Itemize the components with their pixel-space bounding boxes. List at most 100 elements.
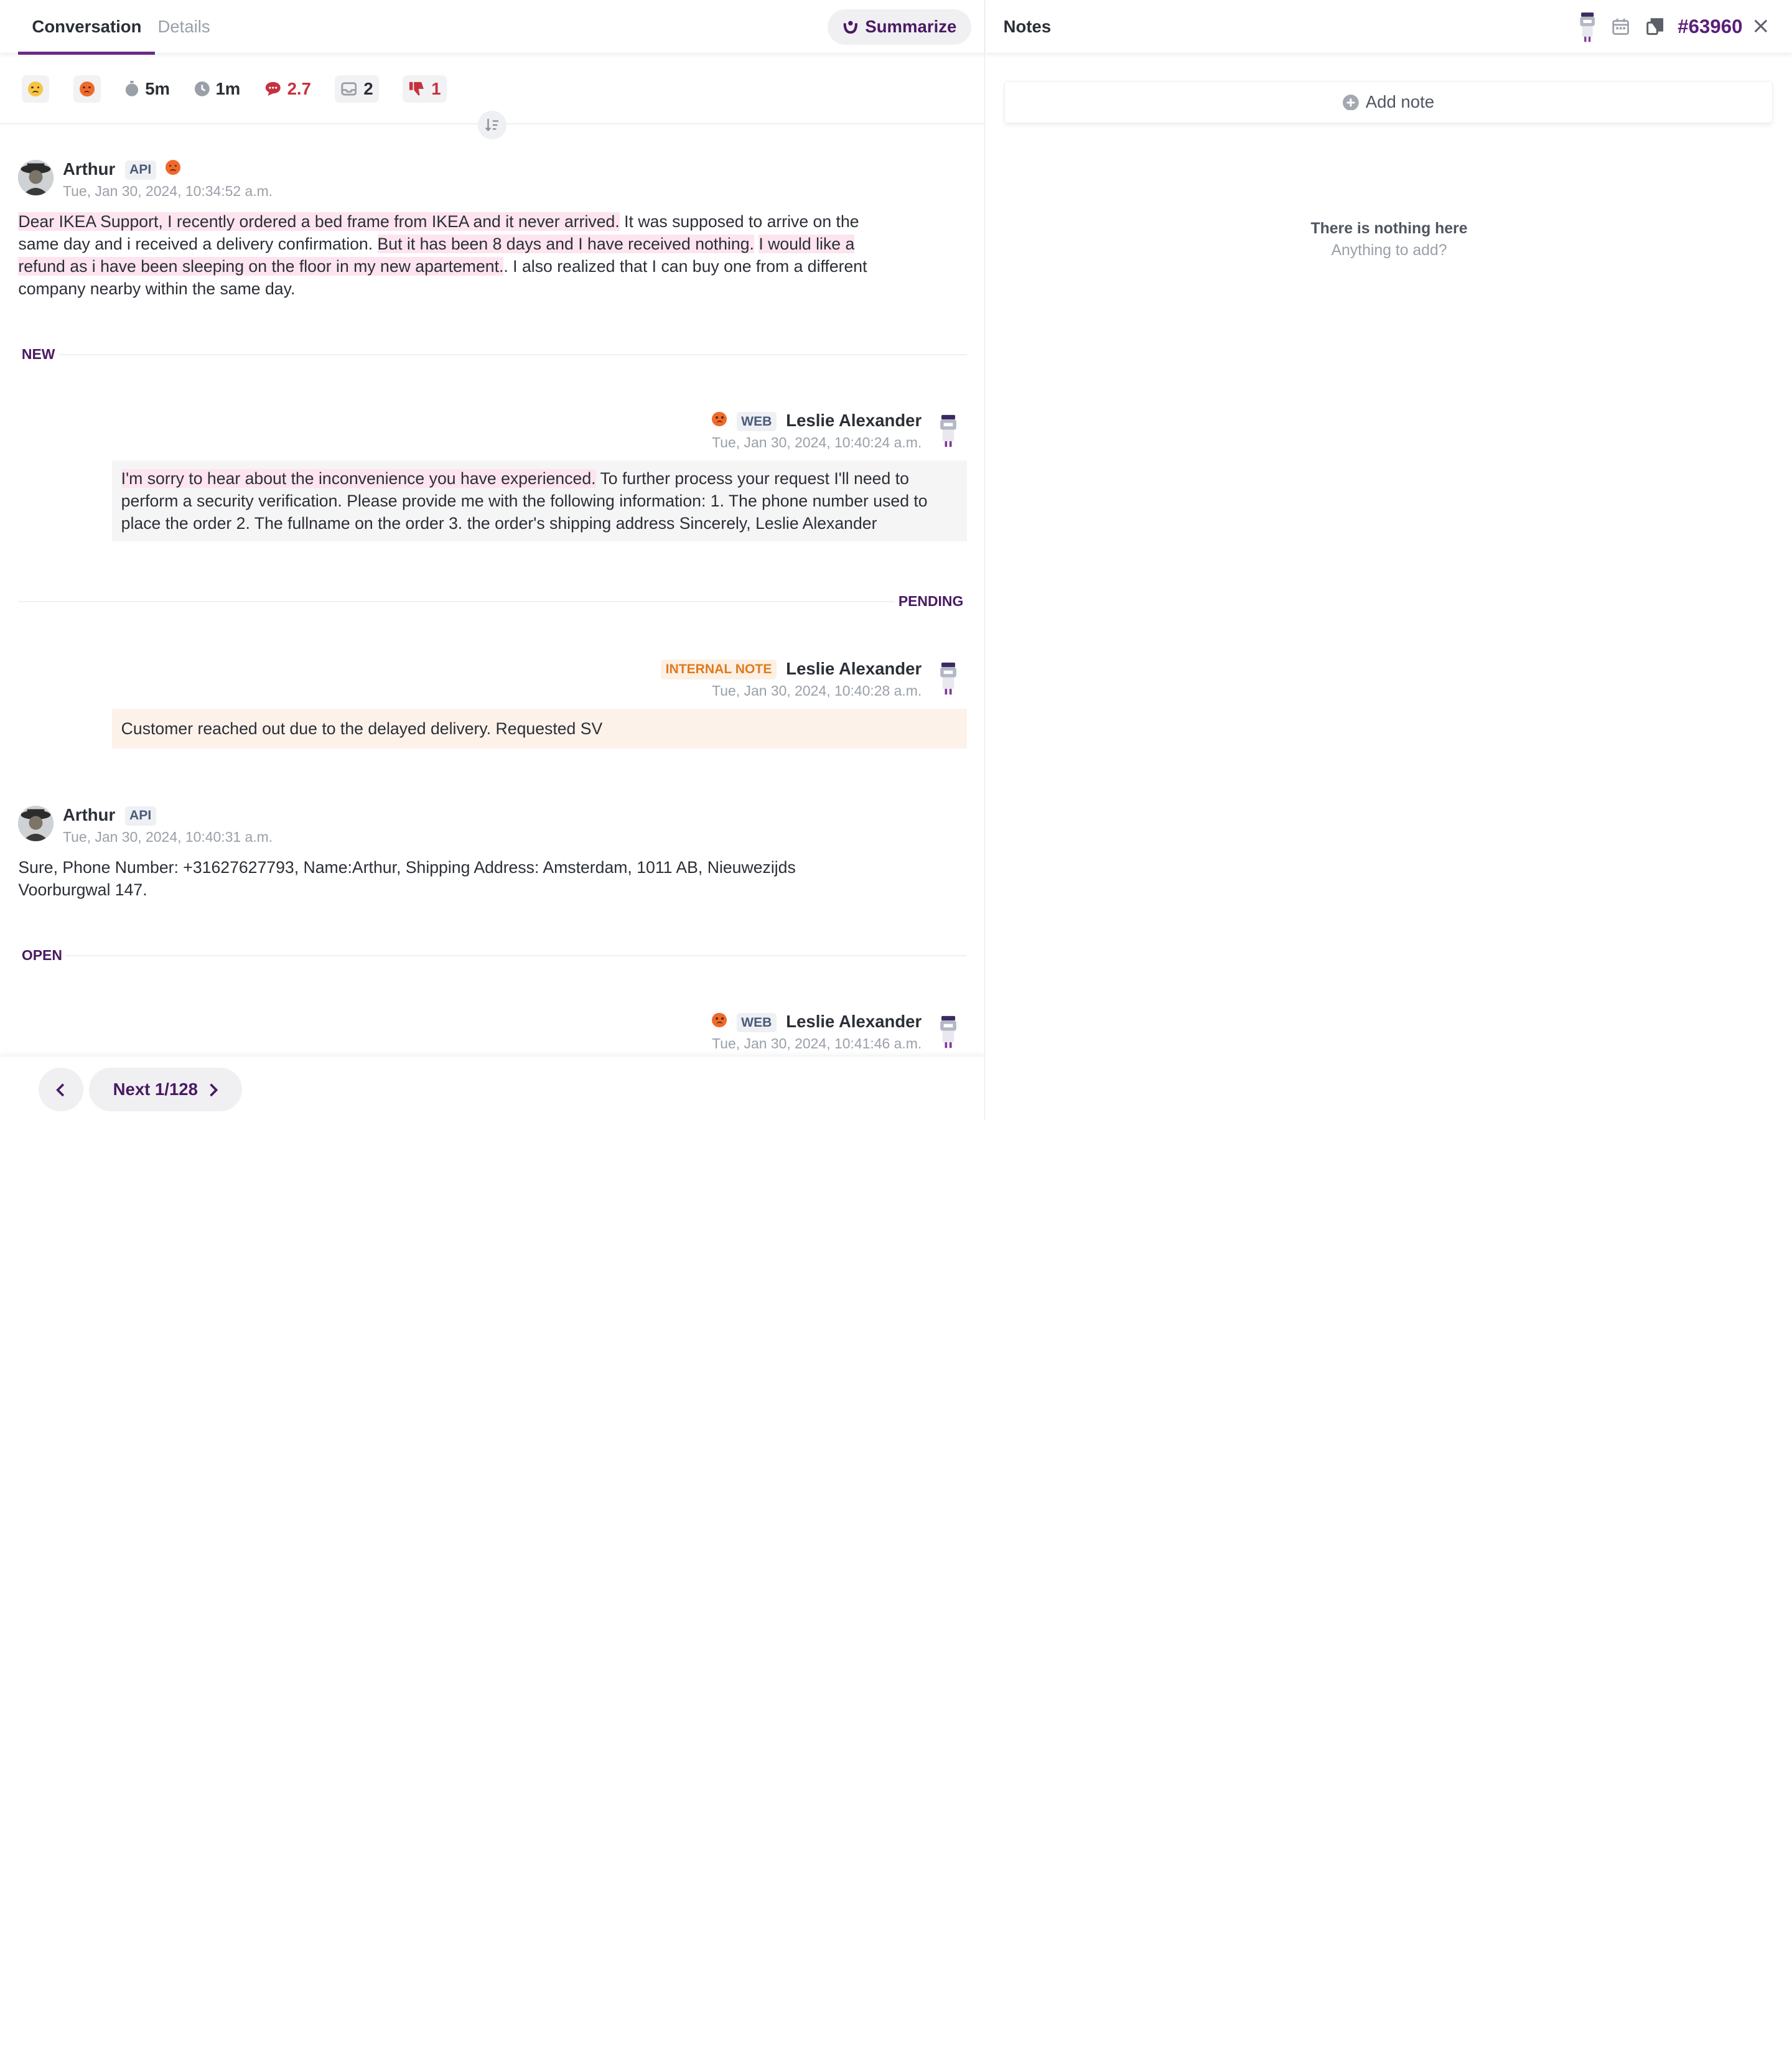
- inbox-icon: [340, 82, 357, 96]
- channel-badge: API: [124, 160, 156, 180]
- chat-icon: [265, 82, 281, 96]
- channel-badge: WEB: [736, 411, 777, 432]
- angry-sentiment-icon: [712, 411, 727, 427]
- message-1-header: Arthur API: [63, 159, 180, 180]
- notes-title: Notes: [1003, 17, 1052, 36]
- internal-note-badge: INTERNAL NOTE: [661, 660, 777, 679]
- empty-state-title: There is nothing here: [1310, 220, 1468, 238]
- app-window: Conversation Details Summarize 5m 1m 2.7…: [0, 0, 1792, 1120]
- inbox-box: 2: [335, 75, 379, 103]
- robot-agent-icon[interactable]: [1575, 11, 1600, 43]
- add-note-button[interactable]: Add note: [1004, 81, 1773, 124]
- channel-badge: API: [124, 806, 156, 826]
- author-name: Arthur: [63, 159, 116, 179]
- dislikes-value: 1: [431, 79, 441, 99]
- angry-sentiment-icon: [166, 160, 180, 175]
- message-5-header: WEB Leslie Alexander: [712, 1011, 922, 1033]
- status-label-pending: PENDING: [895, 590, 967, 612]
- empty-state-subtitle: Anything to add?: [1331, 242, 1447, 259]
- divider-line: [18, 354, 967, 356]
- copy-icon: [1646, 17, 1663, 35]
- handle-time-stat: 5m: [124, 75, 170, 103]
- previous-button[interactable]: [39, 1068, 84, 1112]
- plus-circle-icon: [1343, 94, 1359, 111]
- customer-avatar: [18, 805, 54, 841]
- author-name: Arthur: [63, 805, 116, 825]
- internal-note-bubble: Customer reached out due to the delayed …: [111, 708, 967, 749]
- calendar-icon: [1612, 18, 1629, 35]
- chevron-right-icon: [209, 1083, 218, 1096]
- customer-avatar: [18, 160, 54, 196]
- status-divider-pending: PENDING: [18, 590, 967, 612]
- channel-badge: WEB: [736, 1012, 777, 1033]
- robot-agent-icon: [940, 414, 957, 447]
- conversation-pane: Conversation Details Summarize 5m 1m 2.7…: [0, 0, 986, 1120]
- sentiment-angry-stat: [73, 75, 101, 103]
- message-2-header: WEB Leslie Alexander: [712, 410, 922, 432]
- message-1-body: Dear IKEA Support, I recently ordered a …: [18, 210, 875, 300]
- message-timestamp: Tue, Jan 30, 2024, 10:40:24 a.m.: [712, 434, 922, 450]
- sort-icon: [485, 119, 498, 132]
- handle-time-value: 5m: [145, 79, 170, 99]
- author-name: Leslie Alexander: [786, 411, 922, 431]
- pager-bar: Next 1/128: [0, 1056, 985, 1120]
- add-note-label: Add note: [1365, 92, 1435, 112]
- thumbs-down-icon: [409, 82, 424, 96]
- messages-value: 2.7: [287, 79, 311, 99]
- chevron-left-icon: [56, 1083, 65, 1096]
- author-name: Leslie Alexander: [786, 658, 922, 678]
- dislikes-stat: 1: [403, 75, 447, 103]
- divider-line: [18, 955, 967, 957]
- sentiment-sad-stat: [21, 75, 49, 103]
- inbox-value: 2: [363, 79, 373, 99]
- summarize-icon: [843, 21, 857, 34]
- message-4-body: Sure, Phone Number: +31627627793, Name:A…: [18, 857, 796, 899]
- highlighted-text: I'm sorry to hear about the inconvenienc…: [121, 469, 596, 488]
- sad-emoji-icon: [21, 75, 49, 103]
- summarize-label: Summarize: [865, 17, 957, 37]
- highlighted-text: But it has been 8 days and I have receiv…: [377, 234, 754, 253]
- summarize-button[interactable]: Summarize: [827, 9, 972, 45]
- internal-note-body: Customer reached out due to the delayed …: [121, 719, 603, 739]
- author-name: Leslie Alexander: [786, 1012, 922, 1032]
- robot-agent-icon: [940, 663, 957, 695]
- inbox-stat: 2: [335, 75, 379, 103]
- clock-icon: [194, 82, 210, 97]
- notes-header: Notes #63960: [986, 0, 1792, 54]
- messages-stat: 2.7: [264, 75, 311, 103]
- message-3-header: INTERNAL NOTE Leslie Alexander: [661, 658, 922, 679]
- tab-bar: Conversation Details Summarize: [0, 0, 985, 55]
- timer-icon: [126, 81, 139, 97]
- message-2-body: I'm sorry to hear about the inconvenienc…: [121, 467, 958, 534]
- message-timestamp: Tue, Jan 30, 2024, 10:40:31 a.m.: [63, 828, 273, 845]
- close-button[interactable]: [1750, 15, 1773, 38]
- robot-agent-icon: [940, 1015, 957, 1048]
- angry-sentiment-icon: [712, 1012, 727, 1028]
- next-label: Next 1/128: [113, 1080, 198, 1099]
- stats-bar: 5m 1m 2.7 2 1: [21, 75, 470, 103]
- copy-button[interactable]: [1643, 15, 1666, 38]
- divider-line: [18, 601, 967, 602]
- wait-time-stat: 1m: [194, 75, 241, 103]
- status-divider-open: OPEN: [18, 945, 967, 966]
- calendar-button[interactable]: [1609, 15, 1632, 38]
- message-4-header: Arthur API: [63, 805, 156, 826]
- highlighted-text: Dear IKEA Support, I recently ordered a …: [18, 212, 620, 231]
- wait-time-value: 1m: [215, 79, 241, 99]
- dislikes-box: 1: [403, 75, 447, 103]
- status-divider-new: NEW: [18, 343, 967, 365]
- message-timestamp: Tue, Jan 30, 2024, 10:40:28 a.m.: [712, 682, 922, 699]
- sort-order-button[interactable]: [477, 111, 506, 140]
- ticket-id[interactable]: #63960: [1678, 0, 1742, 54]
- notes-pane: Notes #63960 Add note There is nothing h…: [986, 0, 1792, 1120]
- next-button[interactable]: Next 1/128: [89, 1068, 243, 1112]
- close-icon: [1755, 20, 1768, 33]
- message-timestamp: Tue, Jan 30, 2024, 10:34:52 a.m.: [63, 182, 273, 199]
- status-label-new: NEW: [18, 343, 58, 365]
- angry-emoji-icon: [73, 75, 101, 103]
- message-2-bubble: I'm sorry to hear about the inconvenienc…: [111, 460, 967, 542]
- message-timestamp: Tue, Jan 30, 2024, 10:41:46 a.m.: [712, 1035, 922, 1052]
- tab-details[interactable]: Details: [157, 0, 210, 54]
- tab-conversation[interactable]: Conversation: [18, 0, 156, 55]
- status-label-open: OPEN: [18, 945, 66, 966]
